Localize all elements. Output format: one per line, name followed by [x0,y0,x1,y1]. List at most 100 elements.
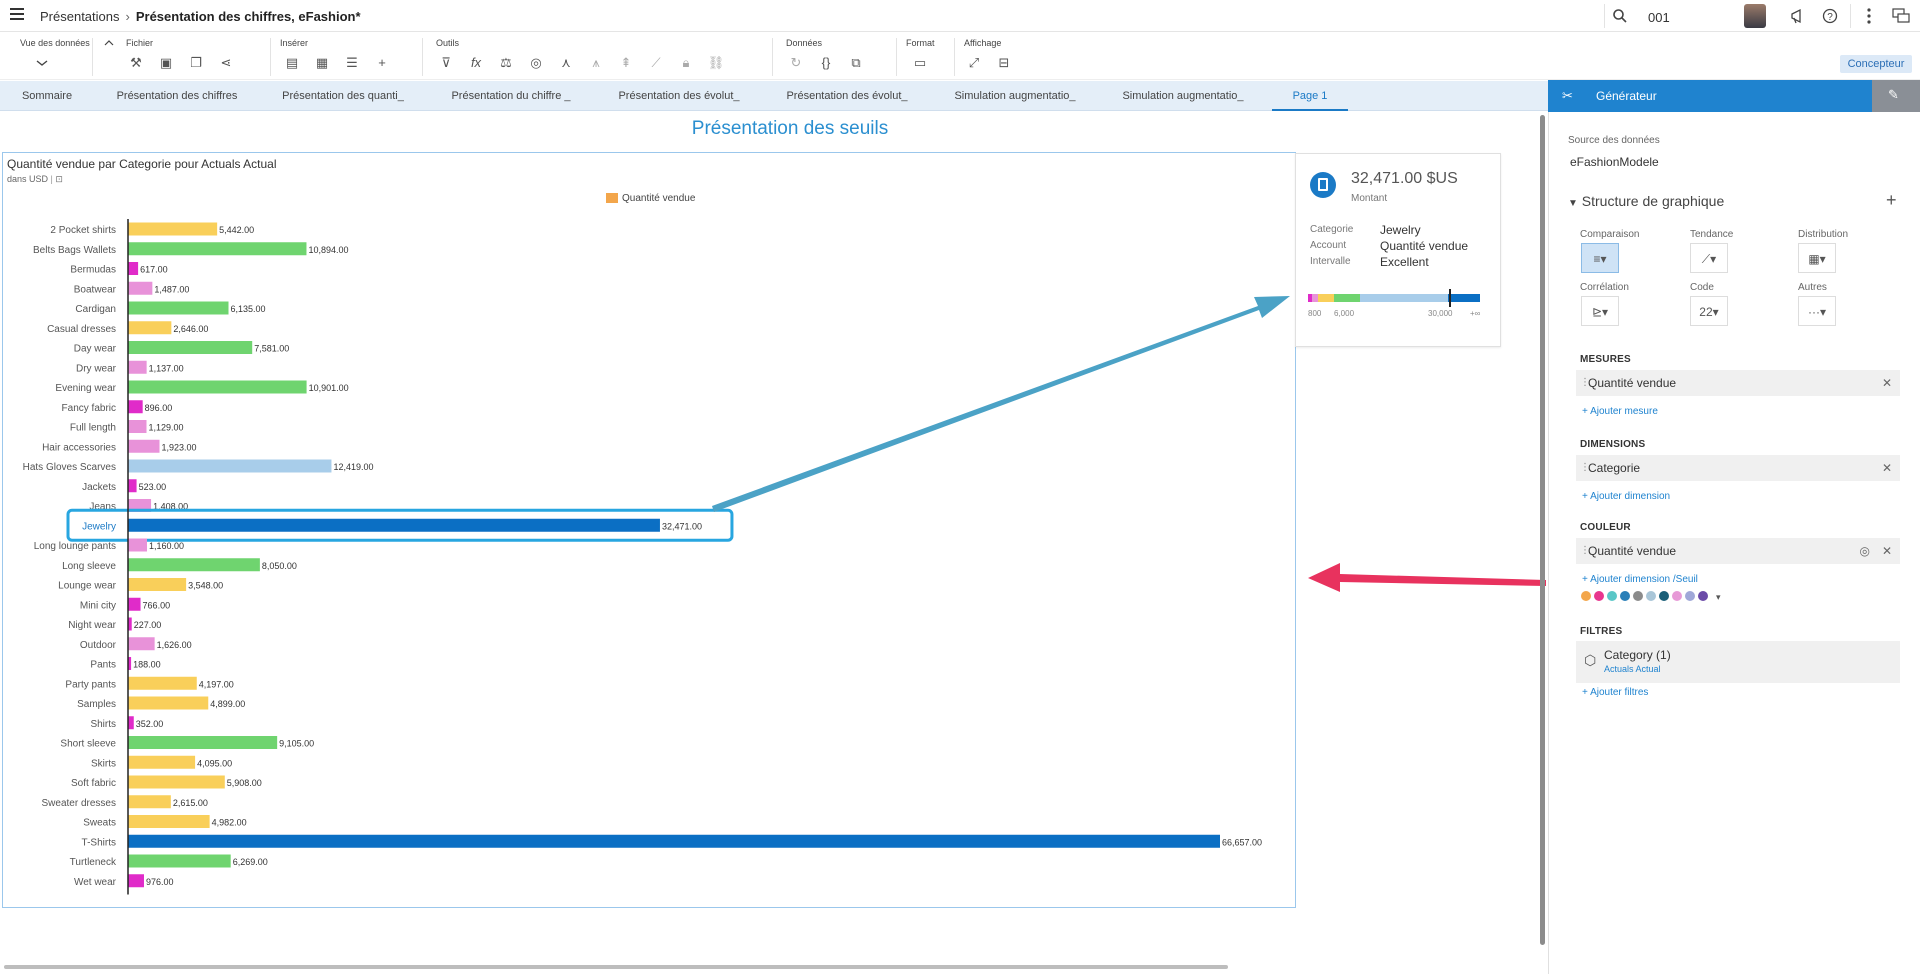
plus-icon[interactable]: + [372,54,392,72]
chevron-down-icon[interactable] [36,59,48,67]
add-measure-link[interactable]: + Ajouter mesure [1582,406,1658,417]
correlation-chart-type-button[interactable]: ⊵▾ [1581,296,1619,326]
dimensions-section-label: DIMENSIONS [1580,439,1646,450]
drag-handle-icon[interactable]: ⋮ [1580,538,1590,564]
designer-button[interactable]: Concepteur [1840,55,1912,73]
avatar[interactable] [1744,4,1766,28]
link-icon[interactable]: ⛓︎ [706,54,726,72]
measure-item[interactable]: ⋮ Quantité vendue ✕ [1576,370,1900,396]
palette-swatch[interactable] [1672,591,1682,601]
braces-icon[interactable]: {} [816,54,836,72]
add-filter-link[interactable]: + Ajouter filtres [1582,687,1648,698]
kpi-value: Jewelry [1380,223,1421,237]
scale-label: 800 [1308,309,1322,318]
tools-icon[interactable]: ✂ [1562,88,1573,104]
filter-icon[interactable]: ⊽ [436,54,456,72]
search-input[interactable]: 001 [1648,10,1670,25]
palette-swatch[interactable] [1581,591,1591,601]
help-icon[interactable]: ? [1822,8,1838,24]
filter-value: Actuals Actual [1604,664,1661,674]
fullscreen-icon[interactable]: ⤢ [964,54,984,72]
add-dimension-link[interactable]: + Ajouter dimension [1582,491,1670,502]
palette-swatch[interactable] [1594,591,1604,601]
layers-icon[interactable]: ⧉ [846,54,866,72]
toolbar-group-label: Insérer [280,38,309,48]
palette-swatch[interactable] [1607,591,1617,601]
more-vertical-icon[interactable] [1866,7,1872,25]
palette-swatch[interactable] [1659,591,1669,601]
network-icon[interactable]: ⋏ [556,54,576,72]
palette-dropdown-icon[interactable]: ▾ [1716,592,1721,602]
tab-sommaire[interactable]: Sommaire [10,81,84,111]
heatmap-chart-type-button[interactable]: ▦▾ [1798,243,1836,273]
sort-icon[interactable]: ⇞ [616,54,636,72]
chart-widget[interactable] [2,152,1296,908]
bar-chart-type-button[interactable]: ≡▾ [1581,243,1619,273]
palette-swatch[interactable] [1620,591,1630,601]
tab-page[interactable]: Présentation des évolut_ [782,81,912,111]
table-icon[interactable]: ▦ [312,54,332,72]
sliders-icon[interactable]: ☰ [342,54,362,72]
remove-icon[interactable]: ✕ [1882,538,1892,564]
share-icon[interactable]: ⋖ [216,54,236,72]
search-icon[interactable] [1612,8,1628,24]
dimension-item[interactable]: ⋮ Categorie ✕ [1576,455,1900,481]
trend-icon[interactable]: ⟋ [646,54,666,72]
scale-icon[interactable]: ⚖ [496,54,516,72]
chart-icon[interactable]: ▤ [282,54,302,72]
collapse-icon[interactable]: ▼ [1568,198,1578,209]
menu-icon[interactable] [10,8,24,20]
split-icon[interactable]: ⩚ [586,54,606,72]
palette-swatch[interactable] [1698,591,1708,601]
chat-icon[interactable] [1892,8,1910,24]
chevron-up-icon[interactable] [104,40,114,46]
more-chart-types-button[interactable]: ···▾ [1798,296,1836,326]
refresh-icon[interactable]: ↻ [786,54,806,72]
remove-icon[interactable]: ✕ [1882,455,1892,481]
info-icon[interactable]: ⊡ [55,174,63,184]
remove-icon[interactable]: ✕ [1882,370,1892,396]
chart-subtitle-text: dans USD [7,174,49,184]
tab-page[interactable]: Présentation des évolut_ [614,81,744,111]
panel-icon[interactable]: ⊟ [994,54,1014,72]
megaphone-icon[interactable] [1790,8,1808,24]
toolbar-group-data: Données ↻ {} ⧉ [786,32,896,80]
palette-swatch[interactable] [1685,591,1695,601]
line-chart-type-button[interactable]: ⟋▾ [1690,243,1728,273]
tab-page[interactable]: Présentation des quanti_ [278,81,408,111]
source-value: eFashionModele [1570,155,1659,169]
save-icon[interactable]: ▣ [156,54,176,72]
add-icon[interactable]: + [1886,190,1897,211]
target-icon[interactable]: ◎ [526,54,546,72]
toolbar-group-label: Affichage [964,38,1002,48]
color-palette[interactable]: ▾ [1580,589,1750,603]
drag-handle-icon[interactable]: ⋮ [1580,455,1590,481]
code-chart-type-button[interactable]: 22▾ [1690,296,1728,326]
chart-structure-header[interactable]: ▼ Structure de graphique [1568,193,1724,209]
chart-type-label: Autres [1798,282,1827,293]
lock-icon[interactable]: 🔒︎ [676,54,696,72]
filter-item[interactable]: ⬡ Category (1) Actuals Actual [1576,641,1900,683]
format-icon[interactable]: ▭ [910,54,930,72]
wrench-icon[interactable]: ⚒ [126,54,146,72]
tab-page[interactable]: Simulation augmentatio_ [1118,81,1248,111]
tab-page[interactable]: Présentation des chiffres [110,81,244,111]
tab-page[interactable]: Simulation augmentatio_ [950,81,1080,111]
brush-icon[interactable]: ✎ [1888,87,1899,103]
tab-page-1[interactable]: Page 1 [1272,81,1348,111]
vertical-scrollbar[interactable] [1540,115,1545,945]
kpi-card[interactable]: 32,471.00 $US Montant Categorie Jewelry … [1295,153,1501,347]
palette-swatch[interactable] [1633,591,1643,601]
styling-tab[interactable]: ✎ [1872,80,1920,112]
color-measure-item[interactable]: ⋮ Quantité vendue ◎ ✕ [1576,538,1900,564]
drag-handle-icon[interactable]: ⋮ [1580,370,1590,396]
breadcrumb-root[interactable]: Présentations [40,9,120,24]
filters-section-label: FILTRES [1580,626,1623,637]
palette-swatch[interactable] [1646,591,1656,601]
copy-icon[interactable]: ❐ [186,54,206,72]
add-threshold-link[interactable]: + Ajouter dimension /Seuil [1582,574,1698,585]
threshold-target-icon[interactable]: ◎ [1860,538,1870,564]
tab-page[interactable]: Présentation du chiffre _ [446,81,576,111]
horizontal-scrollbar[interactable] [4,965,1228,969]
formula-icon[interactable]: fx [466,54,486,72]
